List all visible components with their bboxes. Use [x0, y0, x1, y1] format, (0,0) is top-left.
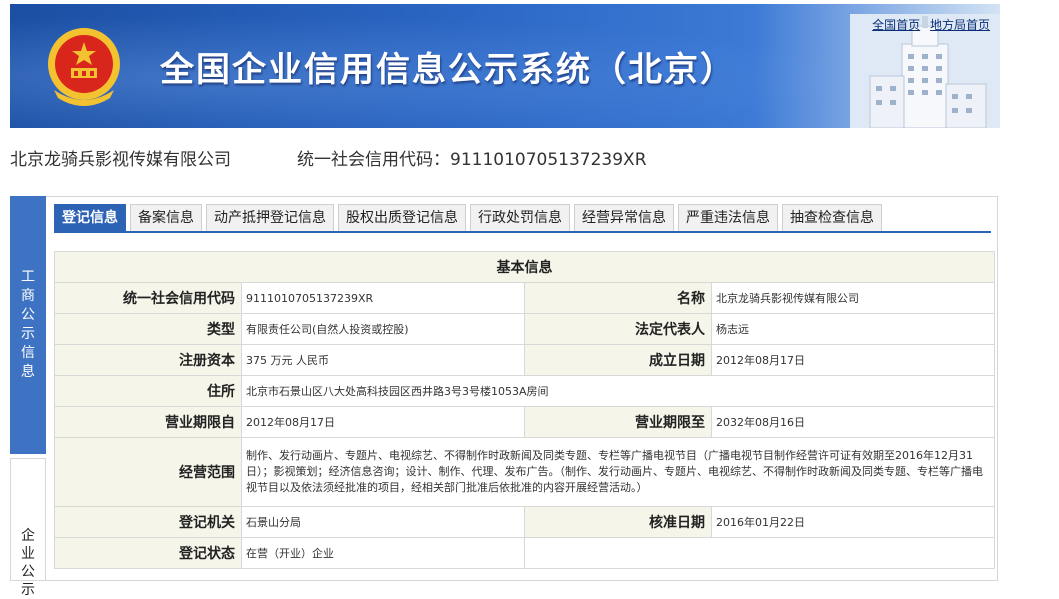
term-to-label: 营业期限至	[524, 406, 712, 438]
table-row: 经营范围 制作、发行动画片、专题片、电视综艺、不得制作时政新闻及同类专题、专栏等…	[54, 437, 995, 507]
authority-label: 登记机关	[54, 506, 242, 538]
credit-code-line: 统一社会信用代码：9111010705137239XR	[297, 150, 647, 170]
term-from-value: 2012年08月17日	[241, 406, 525, 438]
table-row: 注册资本 375 万元 人民币 成立日期 2012年08月17日	[54, 344, 995, 376]
status-value: 在营（开业）企业	[241, 537, 525, 569]
approval-label: 核准日期	[524, 506, 712, 538]
legal-rep-label: 法定代表人	[524, 313, 712, 345]
legal-rep-value: 杨志远	[711, 313, 995, 345]
scope-value: 制作、发行动画片、专题片、电视综艺、不得制作时政新闻及同类专题、专栏等广播电视节…	[241, 437, 995, 507]
established-label: 成立日期	[524, 344, 712, 376]
company-name: 北京龙骑兵影视传媒有限公司	[10, 150, 231, 170]
banner-title: 全国企业信用信息公示系统（北京）	[160, 50, 736, 90]
tab-registration-info[interactable]: 登记信息	[54, 204, 126, 232]
term-from-label: 营业期限自	[54, 406, 242, 438]
capital-label: 注册资本	[54, 344, 242, 376]
national-home-link[interactable]: 全国首页	[872, 18, 920, 32]
scope-label: 经营范围	[54, 437, 242, 507]
table-row: 营业期限自 2012年08月17日 营业期限至 2032年08月16日	[54, 406, 995, 438]
type-value: 有限责任公司(自然人投资或控股)	[241, 313, 525, 345]
name-value: 北京龙骑兵影视传媒有限公司	[711, 282, 995, 314]
credit-code-label: 统一社会信用代码	[54, 282, 242, 314]
tab-spot-check[interactable]: 抽查检查信息	[782, 204, 882, 232]
tab-administrative-penalty[interactable]: 行政处罚信息	[470, 204, 570, 232]
address-label: 住所	[54, 375, 242, 407]
side-tab-label: 企业公示	[21, 528, 35, 598]
tab-bar: 登记信息 备案信息 动产抵押登记信息 股权出质登记信息 行政处罚信息 经营异常信…	[54, 204, 886, 232]
address-value: 北京市石景山区八大处高科技园区西井路3号3号楼1053A房间	[241, 375, 995, 407]
tab-serious-violation[interactable]: 严重违法信息	[678, 204, 778, 232]
table-row: 统一社会信用代码 9111010705137239XR 名称 北京龙骑兵影视传媒…	[54, 282, 995, 314]
local-bureau-home-link[interactable]: 地方局首页	[930, 18, 990, 32]
table-row: 住所 北京市石景山区八大处高科技园区西井路3号3号楼1053A房间	[54, 375, 995, 407]
table-row: 登记机关 石景山分局 核准日期 2016年01月22日	[54, 506, 995, 538]
authority-value: 石景山分局	[241, 506, 525, 538]
top-links: 全国首页 地方局首页	[866, 16, 990, 33]
name-label: 名称	[524, 282, 712, 314]
company-summary: 北京龙骑兵影视传媒有限公司 统一社会信用代码：9111010705137239XR	[10, 145, 647, 170]
tab-abnormal-operation[interactable]: 经营异常信息	[574, 204, 674, 232]
table-row: 类型 有限责任公司(自然人投资或控股) 法定代表人 杨志远	[54, 313, 995, 345]
side-tab-enterprise-publicity[interactable]: 企业公示	[10, 458, 46, 598]
approval-value: 2016年01月22日	[711, 506, 995, 538]
type-label: 类型	[54, 313, 242, 345]
term-to-value: 2032年08月16日	[711, 406, 995, 438]
national-emblem-icon	[48, 28, 120, 106]
status-label: 登记状态	[54, 537, 242, 569]
main-panel: 登记信息 备案信息 动产抵押登记信息 股权出质登记信息 行政处罚信息 经营异常信…	[46, 196, 998, 581]
table-row: 登记状态 在营（开业）企业	[54, 537, 995, 569]
side-tab-business-publicity[interactable]: 工商公示信息	[10, 196, 46, 454]
basic-info-table: 基本信息 统一社会信用代码 9111010705137239XR 名称 北京龙骑…	[54, 251, 995, 569]
tab-chattel-mortgage[interactable]: 动产抵押登记信息	[206, 204, 334, 232]
tab-equity-pledge[interactable]: 股权出质登记信息	[338, 204, 466, 232]
header-banner: 全国企业信用信息公示系统（北京） 全国首页 地方局首页	[10, 4, 1000, 128]
credit-code-value: 9111010705137239XR	[241, 282, 525, 314]
section-title: 基本信息	[54, 251, 995, 283]
established-value: 2012年08月17日	[711, 344, 995, 376]
side-menu: 工商公示信息 企业公示	[10, 196, 47, 598]
tab-underline	[54, 231, 991, 233]
side-tab-label: 工商公示信息	[21, 269, 35, 380]
empty-cell	[524, 537, 995, 569]
tab-filing-info[interactable]: 备案信息	[130, 204, 202, 232]
capital-value: 375 万元 人民币	[241, 344, 525, 376]
